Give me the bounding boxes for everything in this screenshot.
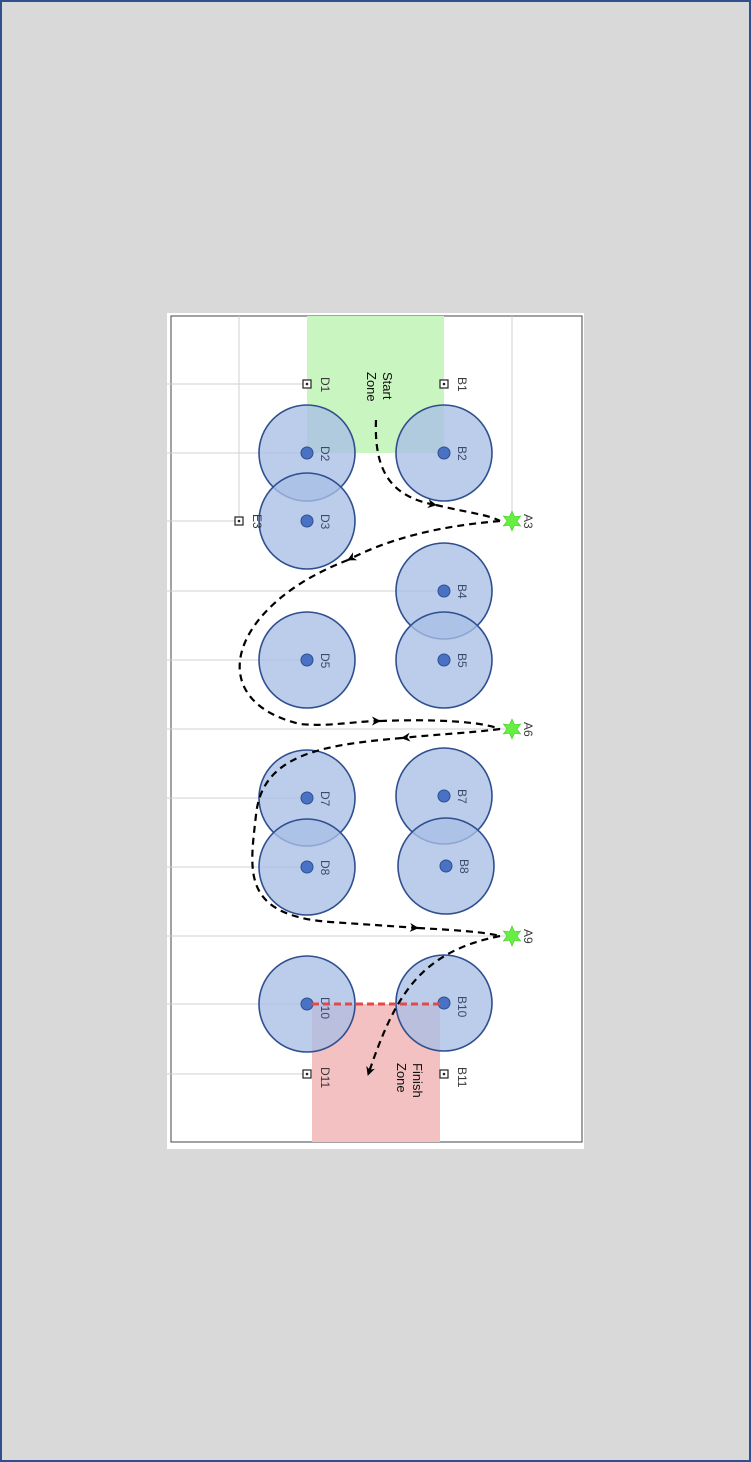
cone-b5-center-dot (437, 653, 451, 667)
cone-d5-label: D5 (318, 653, 332, 669)
sq-d1-dot (305, 382, 309, 386)
cone-b4-label: B4 (455, 584, 469, 599)
cone-d8-label: D8 (318, 860, 332, 876)
cone-d10-center-dot (300, 997, 314, 1011)
sq-e3-dot (237, 519, 241, 523)
finish-zone-label-line2: Zone (394, 1063, 409, 1093)
cone-b7-center-dot (437, 789, 451, 803)
sq-d11-label: D11 (318, 1067, 332, 1088)
cone-d7-label: D7 (318, 791, 332, 807)
star-a3-label: A3 (521, 514, 535, 529)
course-diagram: D2 B2D3B4B5D5D7 B7D8 B8D10 B10 D1 B1E3D11 B11 … (167, 313, 584, 1149)
cone-b2: B2 (395, 404, 493, 502)
cone-b5-label: B5 (455, 653, 469, 668)
sq-b1-label: B1 (455, 377, 469, 392)
cone-d5-center-dot (300, 653, 314, 667)
cone-d3: D3 (258, 472, 356, 570)
start-zone-label-line2: Zone (364, 372, 379, 402)
cone-d7-center-dot (300, 791, 314, 805)
cone-d10-label: D10 (318, 997, 332, 1019)
sq-d11-dot (305, 1072, 309, 1076)
cone-b2-center-dot (437, 446, 451, 460)
cone-d2-center-dot (300, 446, 314, 460)
cone-d3-label: D3 (318, 514, 332, 530)
finish-zone-label: Finish Zone (394, 1063, 425, 1098)
cone-b10-label: B10 (455, 996, 469, 1018)
star-a6-label: A6 (521, 722, 535, 737)
cone-d8-center-dot (300, 860, 314, 874)
cone-b8-label: B8 (457, 859, 471, 874)
sq-b11-label: B11 (455, 1067, 469, 1088)
cone-d8: D8 (258, 818, 356, 916)
star-a9-label: A9 (521, 929, 535, 944)
sq-b1-dot (442, 382, 446, 386)
finish-zone-label-line1: Finish (410, 1063, 425, 1098)
cone-b8-center-dot (439, 859, 453, 873)
start-zone-label-line1: Start (380, 372, 395, 400)
cone-b10: B10 (395, 954, 493, 1052)
cone-d3-center-dot (300, 514, 314, 528)
sq-e3-label: E3 (250, 514, 264, 529)
cone-b8: B8 (397, 817, 495, 915)
cone-b7-label: B7 (455, 789, 469, 804)
sq-d1-label: D1 (318, 377, 332, 393)
cone-b5: B5 (395, 611, 493, 709)
cone-b2-label: B2 (455, 446, 469, 461)
cone-d5: D5 (258, 611, 356, 709)
cone-b4-center-dot (437, 584, 451, 598)
sq-b11-dot (442, 1072, 446, 1076)
start-zone-label: Start Zone (364, 372, 395, 402)
cone-d2-label: D2 (318, 446, 332, 462)
